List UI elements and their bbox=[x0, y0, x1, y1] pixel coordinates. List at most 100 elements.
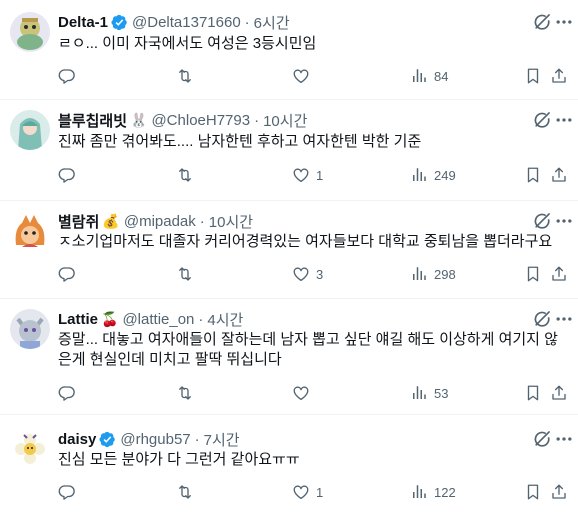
like-button[interactable]: 3 bbox=[292, 264, 323, 284]
reply-icon bbox=[58, 265, 76, 283]
grok-icon[interactable] bbox=[532, 211, 552, 231]
share-button[interactable] bbox=[550, 264, 568, 284]
avatar[interactable] bbox=[10, 211, 50, 251]
grok-icon[interactable] bbox=[532, 309, 552, 329]
timestamp[interactable]: 10시간 bbox=[209, 211, 253, 232]
tweet[interactable]: 별람쥐 💰 @mipadak · 10시간 ㅈ소기업마저도 대졸자 커리어경력있… bbox=[0, 201, 578, 299]
view-count: 298 bbox=[434, 266, 456, 282]
bookmark-button[interactable] bbox=[524, 482, 542, 502]
bookmark-button[interactable] bbox=[524, 264, 542, 284]
tweet[interactable]: daisy @rhgub57 · 7시간 진심 모든 분야가 다 그런거 같아요… bbox=[0, 415, 578, 519]
tweet[interactable]: 블루칩래빗 🐰 @ChloeH7793 · 10시간 진짜 좀만 겪어봐도...… bbox=[0, 100, 578, 201]
like-button[interactable] bbox=[292, 66, 316, 86]
reply-button[interactable] bbox=[58, 66, 82, 86]
user-handle[interactable]: @lattie_on bbox=[122, 311, 194, 328]
views-icon bbox=[410, 265, 428, 283]
bookmark-button[interactable] bbox=[524, 165, 542, 185]
views-button[interactable]: 84 bbox=[410, 66, 448, 86]
reply-button[interactable] bbox=[58, 165, 82, 185]
reply-button[interactable] bbox=[58, 482, 82, 502]
more-icon[interactable] bbox=[554, 309, 574, 329]
share-icon bbox=[550, 265, 568, 283]
user-handle[interactable]: @ChloeH7793 bbox=[151, 112, 250, 129]
retweet-icon bbox=[176, 166, 194, 184]
share-button[interactable] bbox=[550, 165, 568, 185]
bookmark-icon bbox=[524, 166, 542, 184]
share-button[interactable] bbox=[550, 482, 568, 502]
separator-dot: · bbox=[254, 111, 260, 129]
grok-icon[interactable] bbox=[532, 12, 552, 32]
more-icon[interactable] bbox=[554, 429, 574, 449]
verified-badge-icon bbox=[111, 14, 128, 31]
views-button[interactable]: 53 bbox=[410, 383, 448, 403]
display-name[interactable]: 별람쥐 bbox=[58, 211, 99, 232]
retweet-button[interactable] bbox=[176, 264, 200, 284]
like-button[interactable]: 1 bbox=[292, 165, 323, 185]
share-button[interactable] bbox=[550, 66, 568, 86]
views-button[interactable]: 249 bbox=[410, 165, 456, 185]
user-handle[interactable]: @mipadak bbox=[124, 213, 196, 230]
bookmark-icon bbox=[524, 384, 542, 402]
more-icon[interactable] bbox=[554, 211, 574, 231]
timestamp[interactable]: 6시간 bbox=[254, 12, 290, 33]
reply-feed: Delta-1 @Delta1371660 · 6시간 ㄹㅇ... 이미 자국에… bbox=[0, 0, 578, 519]
reply-button[interactable] bbox=[58, 383, 82, 403]
avatar[interactable] bbox=[10, 429, 50, 469]
display-name[interactable]: Lattie bbox=[58, 311, 98, 328]
action-bar: 1 249 bbox=[58, 165, 568, 185]
action-bar: 53 bbox=[58, 383, 568, 403]
separator-dot: · bbox=[199, 212, 205, 230]
bookmark-button[interactable] bbox=[524, 66, 542, 86]
tweet[interactable]: Lattie 🍒 @lattie_on · 4시간 증말... 대놓고 여자애들… bbox=[0, 299, 578, 415]
share-icon bbox=[550, 67, 568, 85]
display-name[interactable]: 블루칩래빗 bbox=[58, 110, 127, 131]
user-handle[interactable]: @Delta1371660 bbox=[132, 14, 241, 31]
like-button[interactable]: 1 bbox=[292, 482, 323, 502]
share-button[interactable] bbox=[550, 383, 568, 403]
reply-button[interactable] bbox=[58, 264, 82, 284]
like-icon bbox=[292, 483, 310, 501]
like-count: 1 bbox=[316, 167, 324, 183]
like-count: 3 bbox=[316, 266, 324, 282]
user-handle[interactable]: @rhgub57 bbox=[120, 431, 190, 448]
retweet-icon bbox=[176, 483, 194, 501]
retweet-icon bbox=[176, 265, 194, 283]
timestamp[interactable]: 7시간 bbox=[204, 429, 240, 450]
retweet-icon bbox=[176, 67, 194, 85]
avatar[interactable] bbox=[10, 309, 50, 349]
view-count: 84 bbox=[434, 68, 449, 84]
bookmark-button[interactable] bbox=[524, 383, 542, 403]
retweet-button[interactable] bbox=[176, 482, 200, 502]
reply-icon bbox=[58, 67, 76, 85]
grok-icon[interactable] bbox=[532, 429, 552, 449]
timestamp[interactable]: 4시간 bbox=[207, 309, 243, 330]
more-icon[interactable] bbox=[554, 110, 574, 130]
grok-icon[interactable] bbox=[532, 110, 552, 130]
views-button[interactable]: 122 bbox=[410, 482, 456, 502]
views-icon bbox=[410, 166, 428, 184]
action-bar: 1 122 bbox=[58, 482, 568, 502]
like-icon bbox=[292, 265, 310, 283]
retweet-button[interactable] bbox=[176, 165, 200, 185]
views-button[interactable]: 298 bbox=[410, 264, 456, 284]
view-count: 249 bbox=[434, 167, 456, 183]
retweet-button[interactable] bbox=[176, 66, 200, 86]
tweet-text: 진짜 좀만 겪어봐도.... 남자한텐 후하고 여자한텐 박한 기준 bbox=[58, 133, 422, 150]
retweet-button[interactable] bbox=[176, 383, 200, 403]
reply-icon bbox=[58, 166, 76, 184]
timestamp[interactable]: 10시간 bbox=[263, 110, 307, 131]
bookmark-icon bbox=[524, 483, 542, 501]
tweet[interactable]: Delta-1 @Delta1371660 · 6시간 ㄹㅇ... 이미 자국에… bbox=[0, 0, 578, 100]
display-name[interactable]: Delta-1 bbox=[58, 14, 108, 31]
like-button[interactable] bbox=[292, 383, 316, 403]
more-icon[interactable] bbox=[554, 12, 574, 32]
avatar[interactable] bbox=[10, 110, 50, 150]
tweet-text: ㅈ소기업마저도 대졸자 커리어경력있는 여자들보다 대학교 중퇴남을 뽑더라구요 bbox=[58, 233, 553, 250]
display-name-emoji: 🐰 bbox=[130, 112, 148, 128]
avatar[interactable] bbox=[10, 12, 50, 52]
tweet-text: 증말... 대놓고 여자애들이 잘하는데 남자 뽑고 싶단 얘길 해도 이상하게… bbox=[58, 331, 558, 368]
display-name[interactable]: daisy bbox=[58, 431, 96, 448]
like-icon bbox=[292, 384, 310, 402]
separator-dot: · bbox=[198, 310, 204, 328]
separator-dot: · bbox=[244, 13, 250, 31]
